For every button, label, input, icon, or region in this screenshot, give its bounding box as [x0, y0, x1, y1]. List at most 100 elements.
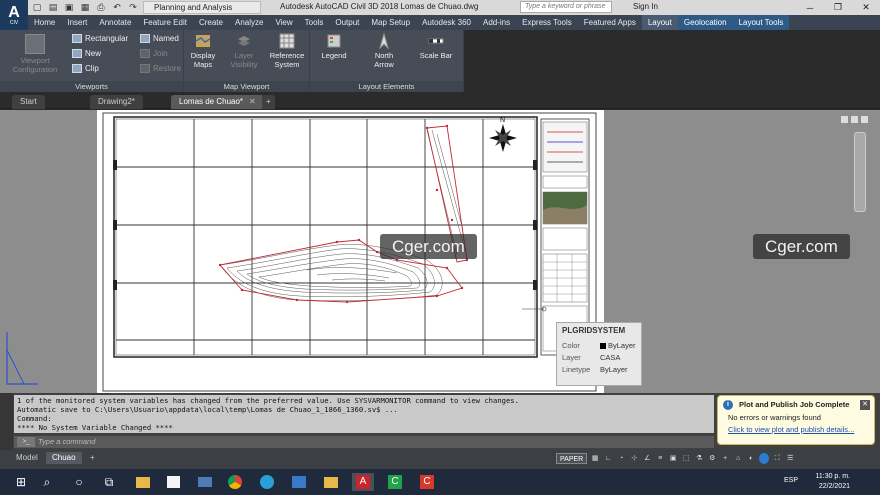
hardware-acceleration-icon[interactable] [759, 453, 770, 464]
north-arrow-button[interactable]: North Arrow [366, 33, 402, 69]
viewport-configuration-button[interactable]: Viewport Configuration [10, 34, 60, 74]
clock[interactable]: 11:30 p. m. 22/2/2021 [815, 472, 850, 492]
civil-app-icon[interactable]: C [386, 473, 404, 491]
customization-icon[interactable]: ☰ [785, 453, 795, 464]
save-as-icon[interactable]: ▦ [80, 2, 90, 12]
ribbon-tab-create[interactable]: Create [193, 15, 229, 30]
rectangular-button[interactable]: Rectangular [72, 34, 128, 43]
notification-link[interactable]: Click to view plot and publish details..… [722, 425, 870, 434]
add-layout-button[interactable]: + [84, 452, 101, 464]
ribbon-tab-home[interactable]: Home [28, 15, 61, 30]
restore-viewport-icon[interactable] [851, 116, 858, 123]
osnap-icon[interactable]: ⊹ [629, 453, 639, 464]
search-input[interactable]: Type a keyword or phrase [520, 1, 612, 13]
grid-toggle-icon[interactable]: ▦ [590, 453, 600, 464]
edge-icon[interactable] [258, 473, 276, 491]
watermark-2: Cger.com [753, 234, 850, 259]
chrome-icon[interactable] [226, 473, 244, 491]
layout-tab-model[interactable]: Model [10, 452, 44, 464]
language-indicator[interactable]: ESP [784, 477, 798, 484]
scale-bar-button[interactable]: Scale Bar [418, 33, 454, 60]
layer-visibility-button[interactable]: Layer Visibility [226, 33, 262, 69]
redo-icon[interactable]: ↷ [128, 2, 138, 12]
drawing-area[interactable]: N Cger.com Cger.com PLGRIDSYSTEM Color B… [0, 110, 880, 393]
sign-in-button[interactable]: Sign In [633, 2, 658, 11]
close-viewport-icon[interactable] [861, 116, 868, 123]
mail-icon[interactable] [196, 473, 214, 491]
paper-space-toggle[interactable]: PAPER [556, 453, 588, 464]
workspace-selector[interactable]: Planning and Analysis [143, 1, 261, 14]
ribbon-tab-view[interactable]: View [269, 15, 298, 30]
ribbon-tab-featured-apps[interactable]: Featured Apps [578, 15, 642, 30]
ribbon-tab-feature-edit[interactable]: Feature Edit [137, 15, 193, 30]
reference-system-button[interactable]: Reference System [268, 33, 306, 69]
ribbon-tab-map-setup[interactable]: Map Setup [365, 15, 416, 30]
ribbon-tab-analyze[interactable]: Analyze [229, 15, 269, 30]
app-logo-button[interactable]: A CIV [0, 0, 28, 30]
new-tab-button[interactable]: + [262, 95, 275, 109]
fullscreen-icon[interactable]: ⛶ [772, 453, 782, 464]
lineweight-icon[interactable]: ≡ [655, 453, 665, 464]
legend-button[interactable]: Legend [316, 33, 352, 60]
ribbon-tab-autodesk-360[interactable]: Autodesk 360 [416, 15, 477, 30]
ribbon-tab-add-ins[interactable]: Add-ins [477, 15, 516, 30]
workspace-icon[interactable]: ⌂ [733, 453, 743, 464]
join-button[interactable]: Join [140, 49, 168, 58]
ribbon-tab-layout[interactable]: Layout [641, 15, 678, 30]
windows-taskbar: ⊞ ⌕ ○ ⧉ A C C ESP 11:30 p. m. 22/2/2021 [0, 469, 880, 495]
autocad-taskbar-icon[interactable]: A [352, 473, 374, 491]
named-button[interactable]: Named [140, 34, 179, 43]
command-prompt-icon[interactable]: >_ [17, 437, 35, 447]
clip-button[interactable]: Clip [72, 64, 99, 73]
undo-icon[interactable]: ↶ [112, 2, 122, 12]
ribbon-tab-annotate[interactable]: Annotate [93, 15, 137, 30]
save-icon[interactable]: ▣ [64, 2, 74, 12]
store-icon[interactable] [164, 473, 182, 491]
add-icon[interactable]: + [720, 453, 730, 464]
otrack-icon[interactable]: ∠ [642, 453, 652, 464]
search-icon[interactable]: ⌕ [38, 473, 56, 491]
object-tooltip: PLGRIDSYSTEM Color ByLayer Layer CASA Line… [556, 322, 642, 386]
doc-tab-lomas[interactable]: Lomas de Chuao* ✕ [171, 95, 264, 109]
minimize-viewport-icon[interactable] [841, 116, 848, 123]
new-viewport-button[interactable]: New [72, 49, 101, 58]
annotation-icon[interactable]: ⚗ [694, 453, 704, 464]
selection-cycle-icon[interactable]: ⬚ [681, 453, 691, 464]
snap-icon[interactable]: ∟ [603, 453, 613, 464]
polar-icon[interactable]: ◔ [616, 453, 626, 464]
ribbon-tab-geolocation[interactable]: Geolocation [677, 15, 733, 30]
print-icon[interactable]: ⎙ [96, 2, 106, 12]
ribbon-tab-layout-tools[interactable]: Layout Tools [732, 15, 790, 30]
ribbon-tab-output[interactable]: Output [329, 15, 365, 30]
restore-icon[interactable]: ❐ [824, 0, 852, 15]
transparency-icon[interactable]: ▣ [668, 453, 678, 464]
photos-icon[interactable] [290, 473, 308, 491]
doc-tab-start[interactable]: Start [12, 95, 45, 109]
scale-icon[interactable]: ⚙ [707, 453, 717, 464]
close-icon[interactable]: ✕ [852, 0, 880, 15]
ribbon-tab-express-tools[interactable]: Express Tools [516, 15, 578, 30]
isolate-icon[interactable]: ◐ [746, 453, 756, 464]
folder-icon[interactable] [322, 473, 340, 491]
ribbon-tab-insert[interactable]: Insert [61, 15, 93, 30]
open-folder-icon[interactable]: ▤ [48, 2, 58, 12]
new-file-icon[interactable]: ▢ [32, 2, 42, 12]
viewports-group: Viewport Configuration Rectangular New C… [0, 30, 184, 92]
display-maps-button[interactable]: Display Maps [188, 33, 218, 69]
minimize-icon[interactable]: ─ [796, 0, 824, 15]
command-input[interactable]: >_ Type a command [14, 436, 714, 448]
close-icon[interactable]: ✕ [860, 400, 870, 410]
command-line-grip[interactable] [0, 393, 13, 450]
cortana-icon[interactable]: ○ [70, 473, 88, 491]
ribbon-tab-tools[interactable]: Tools [299, 15, 330, 30]
task-view-icon[interactable]: ⧉ [100, 473, 118, 491]
file-explorer-icon[interactable] [134, 473, 152, 491]
red-app-icon[interactable]: C [418, 473, 436, 491]
navigation-bar[interactable] [854, 132, 866, 212]
windows-start-icon[interactable]: ⊞ [12, 473, 30, 491]
restore-button[interactable]: Restore [140, 64, 181, 73]
close-tab-icon[interactable]: ✕ [249, 97, 256, 106]
layout-tab-chuao[interactable]: Chuao [46, 452, 82, 464]
doc-tab-drawing2[interactable]: Drawing2* [90, 95, 143, 109]
viewports-group-title: Viewports [0, 81, 183, 92]
